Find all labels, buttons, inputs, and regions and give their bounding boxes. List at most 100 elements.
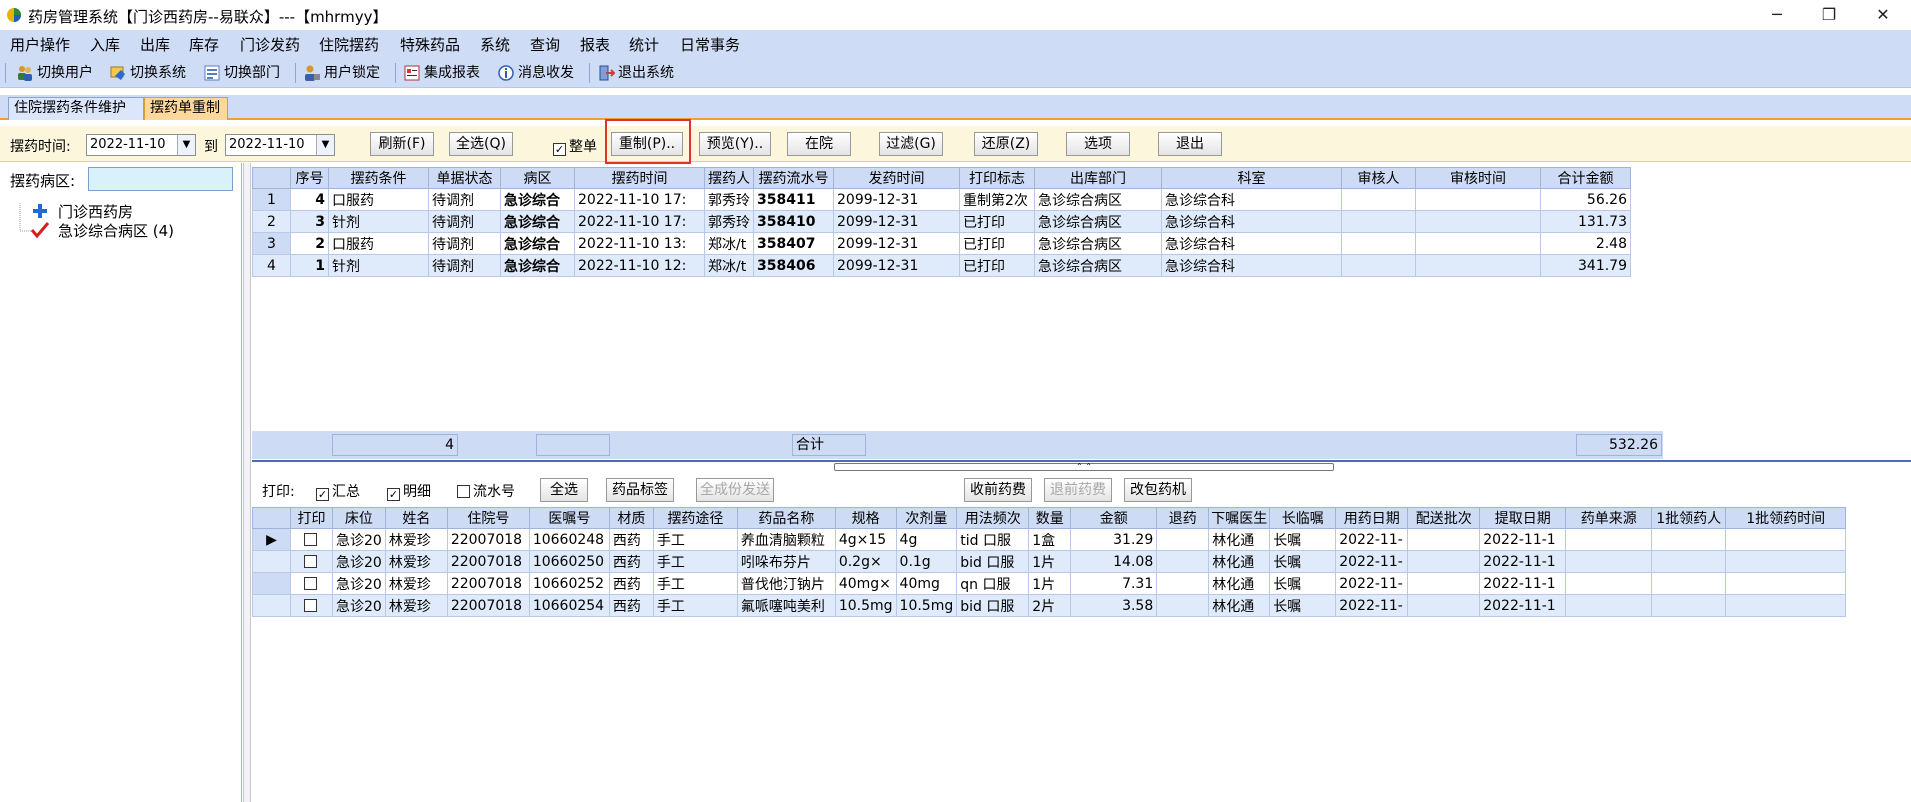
col-header[interactable]: 1批领药人 bbox=[1651, 507, 1727, 529]
col-header[interactable]: 姓名 bbox=[384, 507, 448, 529]
col-header[interactable]: 摆药途径 bbox=[652, 507, 738, 529]
menu-inbound[interactable]: 入库 bbox=[90, 34, 120, 55]
col-header[interactable]: 退药 bbox=[1156, 507, 1210, 529]
print-checkbox-cell[interactable] bbox=[290, 572, 333, 595]
menu-special-drugs[interactable]: 特殊药品 bbox=[400, 34, 460, 55]
col-header[interactable]: 出库部门 bbox=[1034, 167, 1162, 189]
col-header[interactable]: 单据状态 bbox=[428, 167, 501, 189]
chevron-down-icon[interactable]: ▼ bbox=[316, 135, 334, 155]
col-header[interactable]: 规格 bbox=[834, 507, 897, 529]
col-header[interactable]: 病区 bbox=[500, 167, 575, 189]
chevron-down-icon[interactable]: ▼ bbox=[177, 135, 195, 155]
col-header[interactable]: 用药日期 bbox=[1335, 507, 1409, 529]
col-header[interactable]: 审核时间 bbox=[1415, 167, 1541, 189]
ward-input[interactable] bbox=[88, 167, 233, 191]
col-header[interactable]: 合计金额 bbox=[1540, 167, 1631, 189]
horizontal-splitter[interactable]: ⌃ ⌃ bbox=[252, 460, 1911, 472]
menu-inventory[interactable]: 库存 bbox=[189, 34, 219, 55]
table-row[interactable]: 急诊20 林爱珍 22007018 10660252 西药 手工 普伐他汀钠片 … bbox=[252, 572, 1847, 595]
menu-outbound[interactable]: 出库 bbox=[140, 34, 170, 55]
switch-system-button[interactable]: 切换系统 bbox=[109, 62, 186, 84]
splitter-handle[interactable]: ⌃ ⌃ bbox=[834, 463, 1334, 471]
menu-query[interactable]: 查询 bbox=[530, 34, 560, 55]
exit-button[interactable]: 退出 bbox=[1158, 132, 1222, 156]
menu-daily-affairs[interactable]: 日常事务 bbox=[680, 34, 740, 55]
table-row[interactable]: ▶ 急诊20 林爱珍 22007018 10660248 西药 手工 养血清脑颗… bbox=[252, 528, 1847, 551]
col-header[interactable]: 序号 bbox=[290, 167, 329, 189]
exit-system-button[interactable]: 退出系统 bbox=[597, 62, 674, 84]
col-header[interactable]: 次剂量 bbox=[895, 507, 958, 529]
date-to-picker[interactable]: 2022-11-10 ▼ bbox=[225, 134, 335, 156]
table-row[interactable]: 急诊20 林爱珍 22007018 10660250 西药 手工 吲哚布芬片 0… bbox=[252, 550, 1847, 573]
drug-label-button[interactable]: 药品标签 bbox=[606, 478, 674, 502]
checkbox-icon[interactable] bbox=[303, 598, 317, 612]
serial-number-checkbox[interactable]: 流水号 bbox=[457, 481, 515, 501]
summary-checkbox[interactable]: ✓ 汇总 bbox=[316, 481, 360, 501]
whole-order-checkbox[interactable]: ✓ 整单 bbox=[553, 136, 597, 156]
col-header[interactable]: 摆药人 bbox=[704, 167, 754, 189]
integrated-report-button[interactable]: 集成报表 bbox=[403, 62, 480, 84]
col-header[interactable]: 科室 bbox=[1161, 167, 1342, 189]
close-window-button[interactable]: ✕ bbox=[1858, 0, 1908, 30]
tree-root-pharmacy[interactable]: 门诊西药房 bbox=[58, 201, 133, 222]
checkbox-icon[interactable] bbox=[303, 554, 317, 568]
col-header[interactable]: 发药时间 bbox=[833, 167, 960, 189]
col-header[interactable]: 医嘱号 bbox=[528, 507, 610, 529]
switch-user-button[interactable]: 切换用户 bbox=[16, 62, 93, 84]
print-checkbox-cell[interactable] bbox=[290, 550, 333, 573]
date-from-picker[interactable]: 2022-11-10 ▼ bbox=[86, 134, 196, 156]
table-row[interactable]: 急诊20 林爱珍 22007018 10660254 西药 手工 氟哌噻吨美利 … bbox=[252, 594, 1847, 617]
charge-before-button[interactable]: 收前药费 bbox=[964, 478, 1032, 502]
col-header[interactable]: 材质 bbox=[608, 507, 654, 529]
tree-item-emergency-ward[interactable]: 急诊综合病区 (4) bbox=[58, 220, 174, 241]
refund-before-button[interactable]: 退前药费 bbox=[1044, 478, 1112, 502]
options-button[interactable]: 选项 bbox=[1066, 132, 1130, 156]
in-hospital-button[interactable]: 在院 bbox=[787, 132, 851, 156]
col-header[interactable]: 摆药流水号 bbox=[753, 167, 834, 189]
col-header[interactable]: 打印标志 bbox=[959, 167, 1035, 189]
refresh-button[interactable]: 刷新(F) bbox=[370, 132, 434, 156]
col-header[interactable]: 提取日期 bbox=[1479, 507, 1567, 529]
col-header[interactable]: 金额 bbox=[1070, 507, 1158, 529]
restore-button[interactable]: 还原(Z) bbox=[974, 132, 1038, 156]
user-lock-button[interactable]: 用户锁定 bbox=[303, 62, 380, 84]
print-checkbox-cell[interactable] bbox=[290, 594, 333, 617]
detail-checkbox[interactable]: ✓ 明细 bbox=[387, 481, 431, 501]
minimize-button[interactable]: ─ bbox=[1752, 0, 1802, 30]
checkbox-icon[interactable] bbox=[303, 532, 317, 546]
tab-dispense-remake[interactable]: 摆药单重制 bbox=[144, 97, 228, 120]
table-row[interactable]: 2 3 针剂 待调剂 急诊综合 2022-11-10 17: 郭秀玲 35841… bbox=[252, 210, 1631, 233]
col-header[interactable]: 摆药条件 bbox=[328, 167, 429, 189]
col-header[interactable]: 床位 bbox=[332, 507, 386, 529]
col-header[interactable]: 1批领药时间 bbox=[1725, 507, 1847, 529]
col-header[interactable]: 住院号 bbox=[446, 507, 530, 529]
menu-report[interactable]: 报表 bbox=[580, 34, 610, 55]
checkbox-icon[interactable] bbox=[303, 576, 317, 590]
col-header[interactable]: 用法频次 bbox=[956, 507, 1030, 529]
table-row[interactable]: 3 2 口服药 待调剂 急诊综合 2022-11-10 13: 郑冰/t 358… bbox=[252, 232, 1631, 255]
change-machine-button[interactable]: 改包药机 bbox=[1124, 478, 1192, 502]
table-row[interactable]: 1 4 口服药 待调剂 急诊综合 2022-11-10 17: 郭秀玲 3584… bbox=[252, 188, 1631, 211]
menu-outpatient-dispense[interactable]: 门诊发药 bbox=[240, 34, 300, 55]
filter-button[interactable]: 过滤(G) bbox=[879, 132, 943, 156]
table-row[interactable]: 4 1 针剂 待调剂 急诊综合 2022-11-10 12: 郑冰/t 3584… bbox=[252, 254, 1631, 277]
preview-button[interactable]: 预览(Y).. bbox=[699, 132, 771, 156]
col-header[interactable]: 药品名称 bbox=[736, 507, 836, 529]
restore-button[interactable]: ❐ bbox=[1804, 0, 1854, 30]
select-all-button[interactable]: 全选(Q) bbox=[449, 132, 513, 156]
print-checkbox-cell[interactable] bbox=[290, 528, 333, 551]
col-header[interactable]: 下嘱医生 bbox=[1208, 507, 1271, 529]
menu-system[interactable]: 系统 bbox=[480, 34, 510, 55]
col-header[interactable]: 配送批次 bbox=[1407, 507, 1481, 529]
vertical-splitter[interactable] bbox=[243, 163, 251, 802]
col-header[interactable]: 打印 bbox=[290, 507, 333, 529]
send-all-components-button[interactable]: 全成份发送 bbox=[696, 478, 774, 502]
menu-user-ops[interactable]: 用户操作 bbox=[10, 34, 70, 55]
col-header[interactable]: 药单来源 bbox=[1565, 507, 1653, 529]
col-header[interactable]: 数量 bbox=[1028, 507, 1072, 529]
tab-dispense-condition-maintenance[interactable]: 住院摆药条件维护 bbox=[8, 97, 144, 120]
print-select-all-button[interactable]: 全选 bbox=[540, 478, 588, 502]
message-button[interactable]: 消息收发 bbox=[497, 62, 574, 84]
switch-department-button[interactable]: 切换部门 bbox=[203, 62, 280, 84]
col-header[interactable]: 审核人 bbox=[1341, 167, 1416, 189]
